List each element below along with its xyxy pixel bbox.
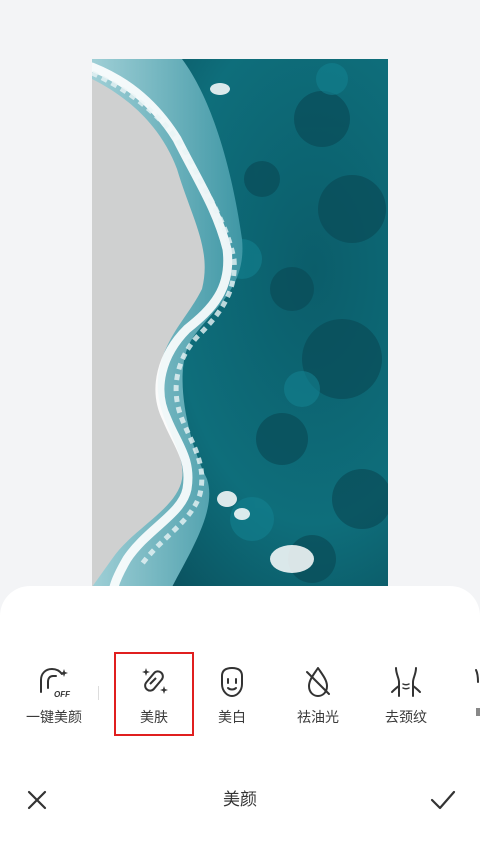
whitening-face-icon <box>221 666 243 698</box>
beach-aerial-photo <box>92 59 388 587</box>
tool-oil-removal[interactable]: 祛油光 <box>282 662 354 734</box>
tool-label: 美肤 <box>140 709 168 725</box>
confirm-button[interactable] <box>423 780 463 820</box>
cancel-button[interactable] <box>17 780 57 820</box>
tool-label: 去颈纹 <box>385 709 427 725</box>
neck-wrinkle-icon <box>391 667 421 697</box>
one-tap-beauty-off-icon: OFF <box>40 667 71 699</box>
beauty-tools-panel: OFF 一键美颜 美肤 美白 祛油光 去颈纹 美颜 <box>0 586 480 853</box>
tool-label: 一键美颜 <box>26 709 82 725</box>
off-badge: OFF <box>54 690 71 699</box>
panel-title: 美颜 <box>223 790 257 809</box>
tool-partial-next[interactable] <box>466 664 480 724</box>
partial-tool-icon <box>475 669 480 716</box>
tool-label: 美白 <box>218 709 246 725</box>
tool-neck-wrinkle[interactable]: 去颈纹 <box>370 662 442 734</box>
tool-label: 祛油光 <box>297 709 339 725</box>
oil-removal-icon <box>306 667 330 697</box>
bottom-action-bar: 美颜 <box>0 776 480 826</box>
photo-preview-area <box>0 0 480 600</box>
check-icon <box>430 790 456 810</box>
tool-one-tap-beauty[interactable]: OFF 一键美颜 <box>18 662 90 734</box>
close-icon <box>27 790 47 810</box>
tool-whitening[interactable]: 美白 <box>196 662 268 734</box>
skin-smoothing-icon <box>142 668 168 694</box>
tool-separator <box>98 686 99 700</box>
tool-skin-smoothing[interactable]: 美肤 <box>114 652 194 736</box>
